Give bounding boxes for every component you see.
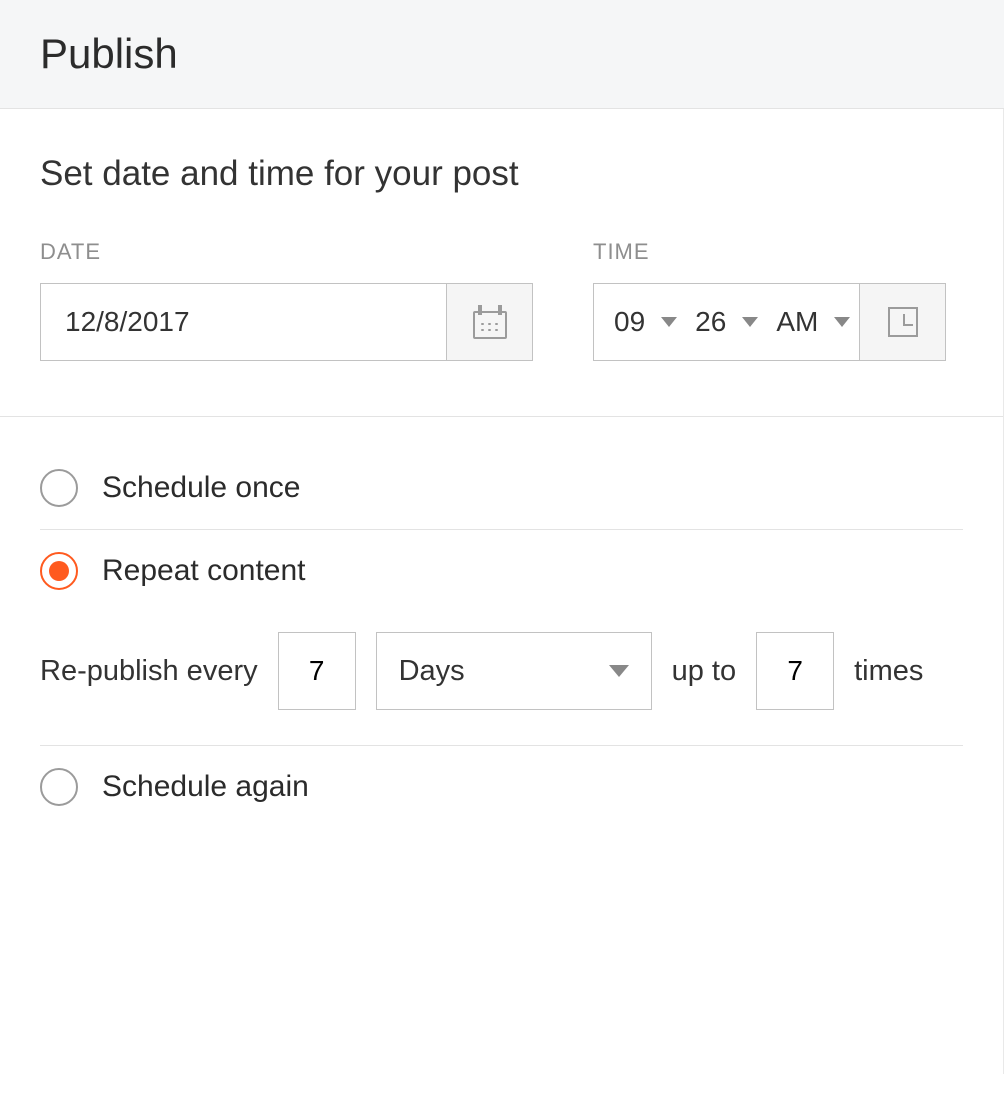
radio-repeat-content[interactable] (40, 552, 78, 590)
date-input-group (40, 283, 533, 361)
chevron-down-icon (834, 317, 850, 327)
repeat-prefix: Re-publish every (40, 655, 258, 688)
time-input-group: 09 26 AM (593, 283, 946, 361)
repeat-config: Re-publish every Days up to times (40, 612, 963, 745)
time-label: TIME (593, 239, 946, 265)
option-repeat-content[interactable]: Repeat content (40, 530, 963, 612)
publish-header: Publish (0, 0, 1004, 109)
option-schedule-once[interactable]: Schedule once (40, 447, 963, 529)
ampm-value[interactable]: AM (776, 306, 818, 338)
page-title: Publish (40, 30, 964, 78)
calendar-button[interactable] (446, 284, 532, 360)
repeat-unit-select[interactable]: Days (376, 632, 652, 710)
publish-panel: Set date and time for your post DATE TIM… (0, 109, 1004, 1074)
option-schedule-again[interactable]: Schedule again (40, 746, 963, 828)
hour-value[interactable]: 09 (614, 306, 645, 338)
chevron-down-icon (742, 317, 758, 327)
option-label: Schedule again (102, 770, 309, 804)
option-label: Repeat content (102, 554, 305, 588)
repeat-unit-label: Days (399, 655, 465, 688)
minute-value[interactable]: 26 (695, 306, 726, 338)
repeat-suffix: times (854, 655, 923, 688)
repeat-interval-input[interactable] (278, 632, 356, 710)
option-label: Schedule once (102, 471, 301, 505)
calendar-icon (473, 305, 507, 339)
chevron-down-icon (661, 317, 677, 327)
date-label: DATE (40, 239, 533, 265)
time-field: TIME 09 26 AM (593, 239, 946, 361)
datetime-title: Set date and time for your post (40, 154, 963, 194)
radio-schedule-once[interactable] (40, 469, 78, 507)
datetime-row: DATE TIME 09 26 AM (40, 239, 963, 361)
clock-button[interactable] (859, 284, 945, 360)
time-picker[interactable]: 09 26 AM (594, 284, 859, 360)
date-input[interactable] (41, 284, 446, 360)
datetime-section: Set date and time for your post DATE TIM… (0, 109, 1003, 417)
schedule-options: Schedule once Repeat content Re-publish … (0, 417, 1003, 828)
radio-schedule-again[interactable] (40, 768, 78, 806)
date-field: DATE (40, 239, 533, 361)
clock-icon (888, 307, 918, 337)
chevron-down-icon (609, 665, 629, 677)
repeat-middle: up to (672, 655, 737, 688)
repeat-count-input[interactable] (756, 632, 834, 710)
